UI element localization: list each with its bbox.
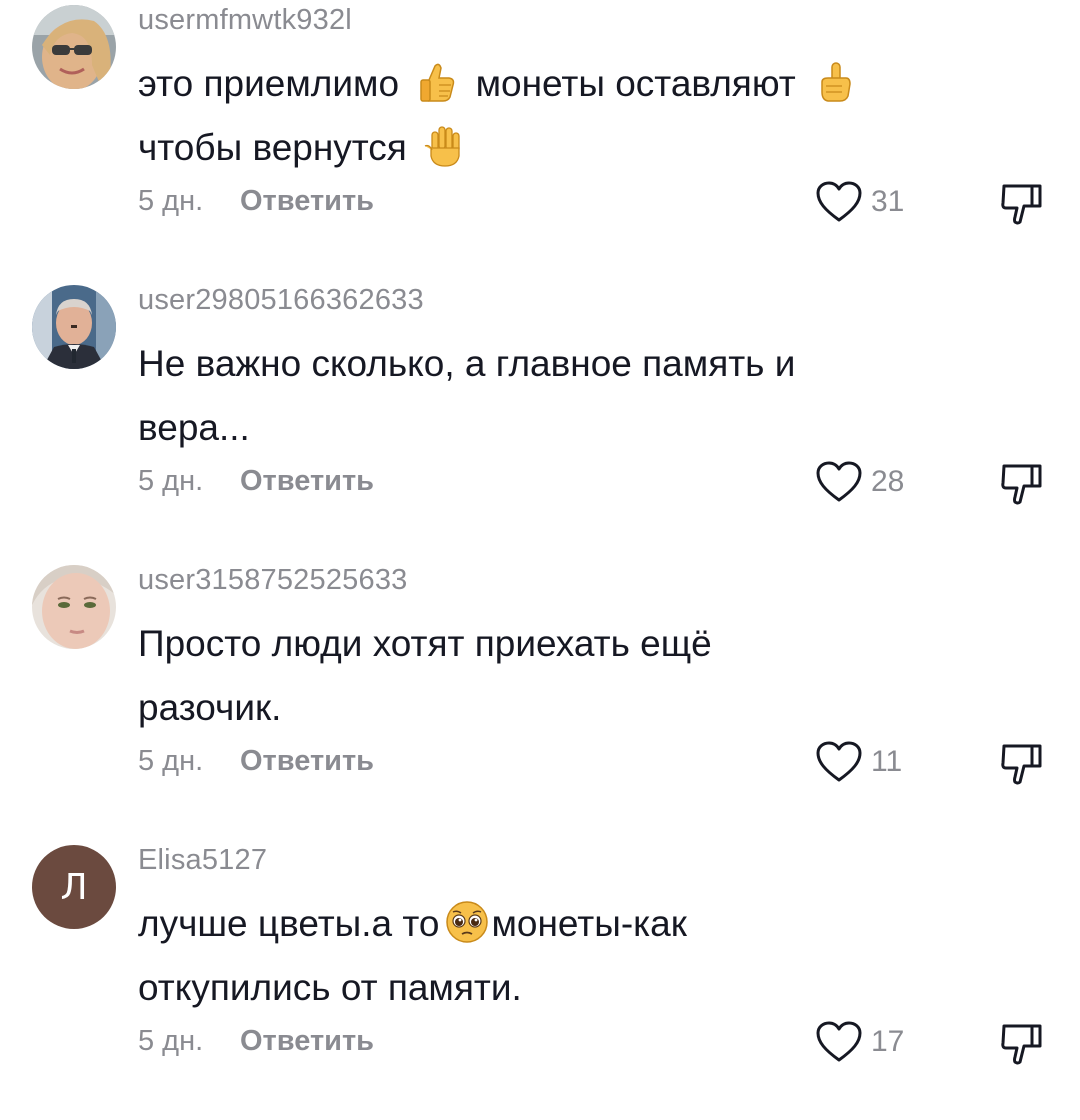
comment-text-segment: монеты-как — [491, 903, 687, 944]
username[interactable]: user3158752525633 — [138, 564, 407, 597]
avatar[interactable] — [32, 5, 116, 89]
like-button[interactable]: 31 — [815, 180, 904, 224]
comment-text: это приемлимо монеты оставляют чтобы вер… — [138, 52, 938, 180]
like-count: 31 — [871, 185, 905, 218]
comment-text-line: вера... — [138, 407, 250, 448]
index-pointing-up-icon — [812, 60, 856, 104]
reply-button[interactable]: Ответить — [240, 1025, 374, 1058]
username[interactable]: usermfmwtk932l — [138, 4, 352, 37]
comment-text-segment: чтобы вернутся — [138, 127, 407, 168]
like-button[interactable]: 17 — [815, 1020, 904, 1064]
pleading-face-icon — [445, 900, 489, 944]
username[interactable]: user29805166362633 — [138, 284, 424, 317]
reply-button[interactable]: Ответить — [240, 465, 374, 498]
raised-hand-icon — [423, 124, 467, 168]
thumbs-down-icon — [1001, 184, 1042, 225]
dislike-button[interactable] — [998, 182, 1046, 233]
comment-text-line: откупились от памяти. — [138, 967, 522, 1008]
comment-text-segment: лучше цветы.а то — [138, 903, 440, 944]
avatar-letter: Л — [60, 866, 88, 908]
comment-time: 5 дн. — [138, 465, 204, 497]
comment-item: user3158752525633 Просто люди хотят прие… — [0, 560, 1080, 840]
comment-item: Л Elisa5127 лучше цветы.а то монеты-как … — [0, 840, 1080, 1120]
reply-button[interactable]: Ответить — [240, 745, 374, 778]
comment-text: лучше цветы.а то монеты-как откупились о… — [138, 892, 938, 1020]
avatar[interactable] — [32, 565, 116, 649]
username[interactable]: Elisa5127 — [138, 844, 267, 877]
thumbs-up-icon — [415, 60, 459, 104]
heart-icon — [816, 1021, 862, 1062]
thumbs-down-icon — [1001, 464, 1042, 505]
avatar[interactable]: Л — [32, 845, 116, 929]
comment-text-line: разочик. — [138, 687, 282, 728]
like-button[interactable]: 28 — [815, 460, 904, 504]
comment-time: 5 дн. — [138, 185, 204, 217]
comment-text-segment: монеты оставляют — [475, 63, 796, 104]
like-count: 17 — [871, 1025, 905, 1058]
comment-time: 5 дн. — [138, 1025, 204, 1057]
reply-button[interactable]: Ответить — [240, 185, 374, 218]
comment-text: Просто люди хотят приехать ещё разочик. — [138, 612, 938, 740]
like-button[interactable]: 11 — [815, 740, 902, 784]
thumbs-down-icon — [1001, 1024, 1042, 1065]
heart-icon — [816, 461, 862, 502]
comment-time: 5 дн. — [138, 745, 204, 777]
dislike-button[interactable] — [998, 462, 1046, 513]
comment-text: Не важно сколько, а главное память и вер… — [138, 332, 938, 460]
dislike-button[interactable] — [998, 1022, 1046, 1073]
comment-text-line: Просто люди хотят приехать ещё — [138, 623, 712, 664]
like-count: 28 — [871, 465, 905, 498]
comment-item: user29805166362633 Не важно сколько, а г… — [0, 280, 1080, 560]
heart-icon — [816, 181, 862, 222]
heart-icon — [816, 741, 862, 782]
like-count: 11 — [871, 745, 903, 778]
comment-text-segment: это приемлимо — [138, 63, 400, 104]
avatar[interactable] — [32, 285, 116, 369]
thumbs-down-icon — [1001, 744, 1042, 785]
comment-text-line: Не важно сколько, а главное память и — [138, 343, 796, 384]
comment-item: usermfmwtk932l это приемлимо монеты оста… — [0, 0, 1080, 280]
dislike-button[interactable] — [998, 742, 1046, 793]
